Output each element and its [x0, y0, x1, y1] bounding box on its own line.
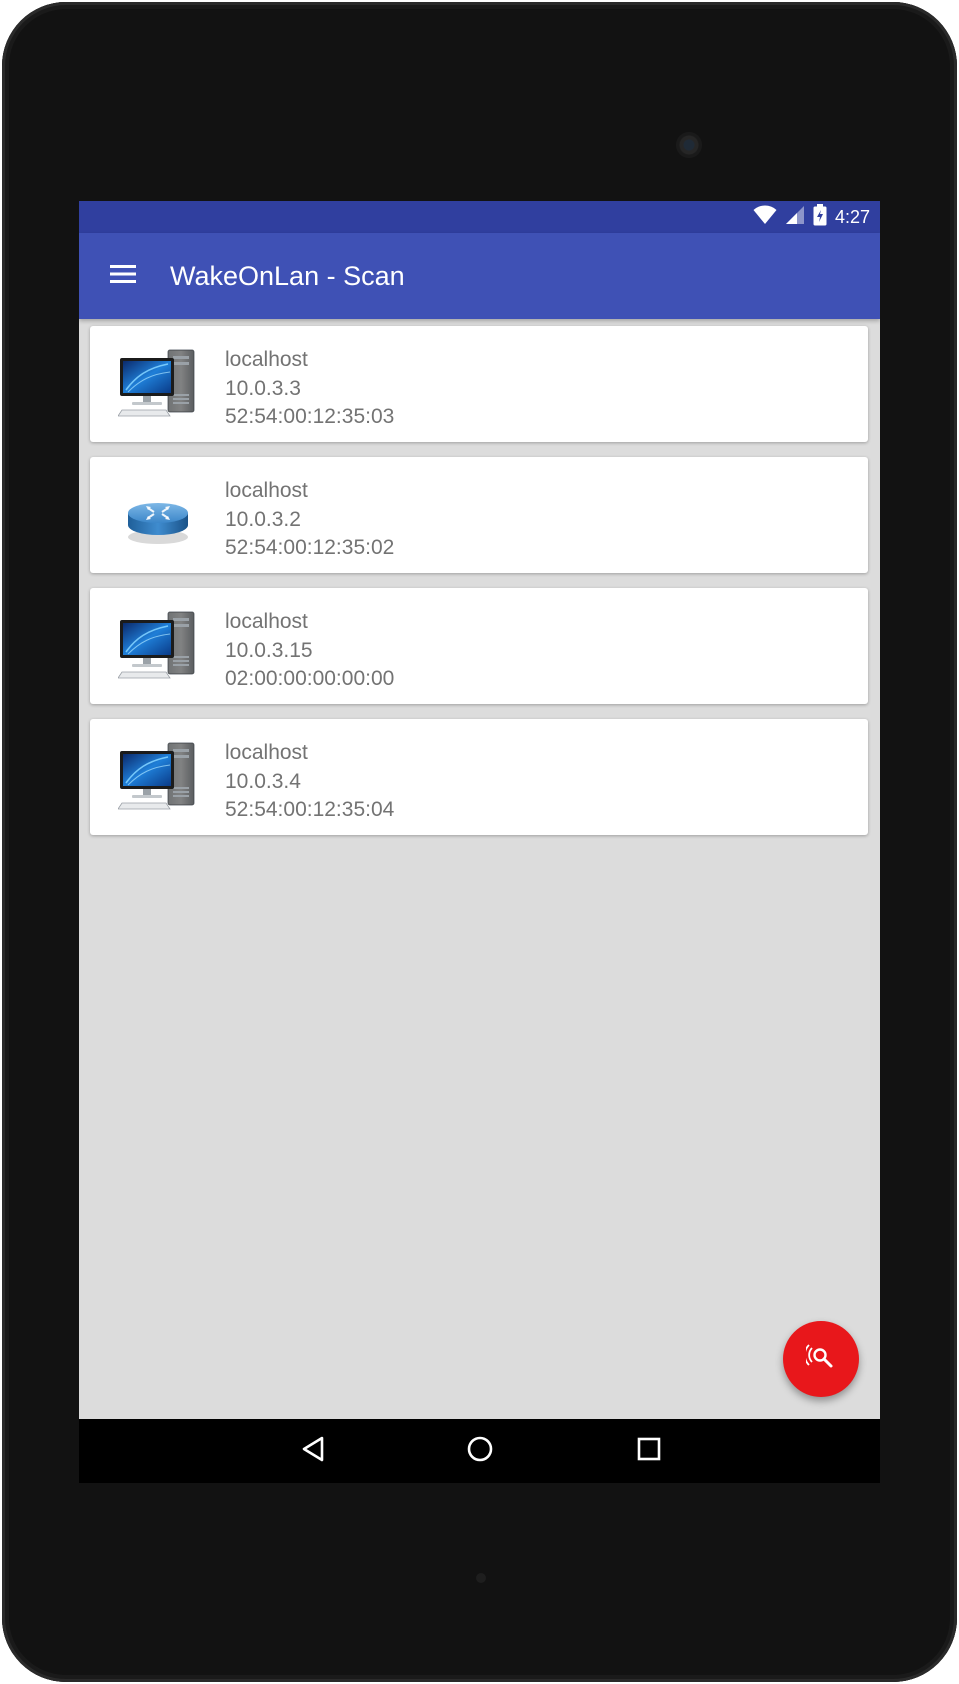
home-button[interactable]	[456, 1427, 504, 1475]
scan-button[interactable]	[783, 1321, 859, 1397]
home-icon	[467, 1436, 493, 1467]
device-ip: 10.0.3.3	[225, 376, 301, 400]
back-button[interactable]	[289, 1427, 337, 1475]
battery-charging-icon	[813, 203, 827, 231]
desktop-computer-icon	[118, 739, 198, 815]
device-card[interactable]: localhost 10.0.3.4 52:54:00:12:35:04	[90, 719, 868, 835]
hamburger-menu-icon	[110, 264, 136, 289]
device-card[interactable]: localhost 10.0.3.3 52:54:00:12:35:03	[90, 326, 868, 442]
signal-icon	[785, 205, 805, 230]
device-mac: 52:54:00:12:35:02	[225, 536, 395, 559]
device-mac: 52:54:00:12:35:04	[225, 798, 395, 821]
device-mac: 02:00:00:00:00:00	[225, 667, 395, 690]
device-hostname: localhost	[225, 741, 308, 764]
device-ip: 10.0.3.4	[225, 769, 301, 793]
device-info: localhost 10.0.3.2 52:54:00:12:35:02	[225, 477, 394, 563]
network-scan-icon	[803, 1342, 836, 1377]
hamburger-menu-button[interactable]	[99, 252, 147, 300]
navigation-bar	[79, 1419, 880, 1483]
device-ip: 10.0.3.15	[225, 638, 313, 662]
device-hostname: localhost	[225, 348, 308, 371]
light-sensor	[476, 1573, 486, 1583]
device-info: localhost 10.0.3.3 52:54:00:12:35:03	[225, 346, 394, 432]
recents-icon	[637, 1437, 661, 1466]
device-hostname: localhost	[225, 479, 308, 502]
toolbar: WakeOnLan - Scan	[79, 233, 880, 319]
device-card[interactable]: localhost 10.0.3.15 02:00:00:00:00:00	[90, 588, 868, 704]
app-screen: 4:27 WakeOnLan - Scan localhost 10.0.3.3…	[79, 201, 880, 1483]
device-info: localhost 10.0.3.4 52:54:00:12:35:04	[225, 739, 394, 825]
device-card[interactable]: localhost 10.0.3.2 52:54:00:12:35:02	[90, 457, 868, 573]
wifi-icon	[753, 205, 777, 230]
device-mac: 52:54:00:12:35:03	[225, 405, 395, 428]
device-list: localhost 10.0.3.3 52:54:00:12:35:03 loc…	[90, 326, 868, 850]
clock: 4:27	[834, 207, 870, 227]
status-bar: 4:27	[79, 201, 880, 233]
recents-button[interactable]	[625, 1427, 673, 1475]
device-ip: 10.0.3.2	[225, 507, 301, 531]
desktop-computer-icon	[118, 346, 198, 422]
device-hostname: localhost	[225, 610, 308, 633]
page-title: WakeOnLan - Scan	[170, 261, 405, 291]
desktop-computer-icon	[118, 608, 198, 684]
front-camera	[676, 132, 702, 158]
status-icons: 4:27	[753, 203, 870, 231]
device-info: localhost 10.0.3.15 02:00:00:00:00:00	[225, 608, 394, 694]
router-icon	[118, 477, 198, 553]
back-icon	[301, 1436, 325, 1467]
